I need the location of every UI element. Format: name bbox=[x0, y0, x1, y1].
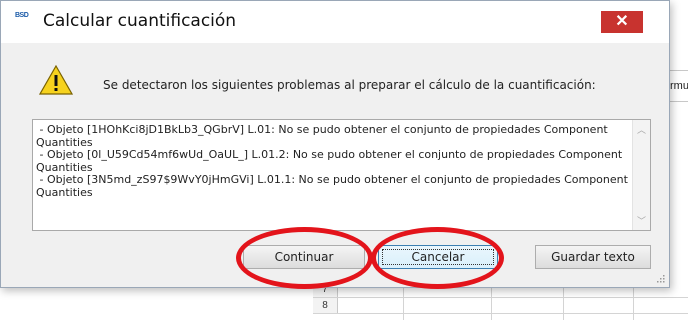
scroll-up-icon[interactable]: ︿ bbox=[637, 123, 646, 136]
warning-icon bbox=[39, 65, 73, 95]
scroll-down-icon[interactable]: ﹀ bbox=[637, 214, 646, 227]
focus-outline bbox=[382, 249, 494, 265]
spreadsheet-row: 8 bbox=[313, 298, 688, 314]
background-side-label: rmu bbox=[670, 80, 688, 92]
resize-grip-icon[interactable] bbox=[655, 273, 665, 283]
row-number: 8 bbox=[313, 298, 338, 313]
details-scrollbar[interactable]: ︿ ﹀ bbox=[632, 120, 650, 230]
calcular-cuantificacion-dialog: BSD Calcular cuantificación ✕ Se detecta… bbox=[0, 0, 670, 288]
cancel-button[interactable]: Cancelar bbox=[378, 245, 498, 269]
problem-message: Se detectaron los siguientes problemas a… bbox=[103, 78, 596, 92]
dialog-titlebar[interactable]: BSD Calcular cuantificación ✕ bbox=[1, 1, 669, 43]
continue-button[interactable]: Continuar bbox=[243, 245, 365, 269]
save-text-button[interactable]: Guardar texto bbox=[535, 245, 651, 269]
details-text: - Objeto [1HOhKci8jD1BkLb3_QGbrV] L.01: … bbox=[36, 123, 628, 199]
dialog-title: Calcular cuantificación bbox=[43, 11, 237, 31]
details-textbox[interactable]: - Objeto [1HOhKci8jD1BkLb3_QGbrV] L.01: … bbox=[32, 119, 651, 231]
app-logo-icon: BSD bbox=[15, 12, 29, 19]
close-button[interactable]: ✕ bbox=[601, 11, 643, 33]
